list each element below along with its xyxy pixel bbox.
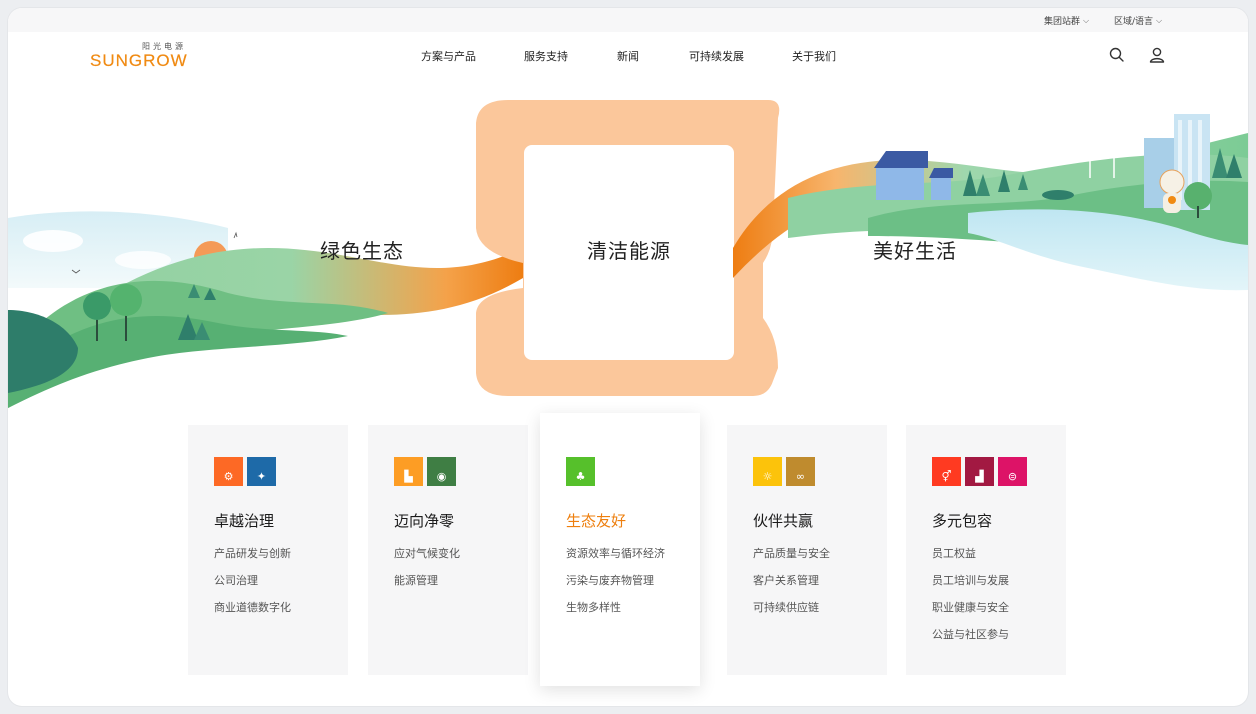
search-icon[interactable] bbox=[1108, 46, 1126, 64]
sdg-goal-icon: ⚙ bbox=[214, 457, 243, 486]
group-sites-label: 集团站群 bbox=[1044, 17, 1081, 27]
card-title: 卓越治理 bbox=[214, 512, 275, 530]
card-item-list: 应对气候变化 能源管理 bbox=[394, 547, 460, 601]
main-navbar: 阳光电源 SUNGROW 方案与产品 服务支持 新闻 可持续发展 关于我们 bbox=[8, 32, 1248, 78]
chevron-down-icon: ⌵ bbox=[1083, 15, 1090, 25]
card-link[interactable]: 可持续供应链 bbox=[753, 601, 830, 628]
card-item-list: 资源效率与循环经济 污染与废弃物管理 生物多样性 bbox=[566, 547, 665, 628]
sdg-icons: ⚙ ✦ bbox=[214, 457, 276, 486]
sdg-goal-icon: ∞ bbox=[786, 457, 815, 486]
card-title: 迈向净零 bbox=[394, 512, 455, 530]
nav-service-support[interactable]: 服务支持 bbox=[524, 48, 568, 64]
card-title: 生态友好 bbox=[566, 512, 627, 530]
card-link[interactable]: 公益与社区参与 bbox=[932, 628, 1009, 655]
card-title: 伙伴共赢 bbox=[753, 512, 814, 530]
nav-sustainability[interactable]: 可持续发展 bbox=[689, 48, 744, 64]
user-account-icon[interactable] bbox=[1148, 46, 1166, 64]
card-link[interactable]: 产品研发与创新 bbox=[214, 547, 291, 574]
card-partnership[interactable]: ☼ ∞ 伙伴共赢 产品质量与安全 客户关系管理 可持续供应链 bbox=[727, 425, 887, 675]
sdg-goal-icon: ▟ bbox=[965, 457, 994, 486]
region-language-label: 区域/语言 bbox=[1114, 17, 1154, 27]
sdg-goal-icon: ⊜ bbox=[998, 457, 1027, 486]
card-link[interactable]: 产品质量与安全 bbox=[753, 547, 830, 574]
card-link[interactable]: 生物多样性 bbox=[566, 601, 665, 628]
card-inclusion[interactable]: ⚥ ▟ ⊜ 多元包容 员工权益 员工培训与发展 职业健康与安全 公益与社区参与 bbox=[906, 425, 1066, 675]
region-language-dropdown[interactable]: 区域/语言 ⌵ bbox=[1114, 14, 1163, 28]
card-title: 多元包容 bbox=[932, 512, 993, 530]
card-link[interactable]: 能源管理 bbox=[394, 574, 460, 601]
card-link[interactable]: 员工权益 bbox=[932, 547, 1009, 574]
sdg-goal-icon: ◉ bbox=[427, 457, 456, 486]
sungrow-logo[interactable]: 阳光电源 SUNGROW bbox=[90, 41, 190, 71]
card-governance[interactable]: ⚙ ✦ 卓越治理 产品研发与创新 公司治理 商业道德数字化 bbox=[188, 425, 348, 675]
card-eco-friendly[interactable]: ♣ 生态友好 资源效率与循环经济 污染与废弃物管理 生物多样性 bbox=[540, 413, 700, 686]
sdg-icons: ⚥ ▟ ⊜ bbox=[932, 457, 1027, 486]
card-link[interactable]: 职业健康与安全 bbox=[932, 601, 1009, 628]
card-net-zero[interactable]: ▙ ◉ 迈向净零 应对气候变化 能源管理 bbox=[368, 425, 528, 675]
card-link[interactable]: 资源效率与循环经济 bbox=[566, 547, 665, 574]
hero-label-clean-energy: 清洁能源 bbox=[587, 239, 671, 263]
page-frame: 集团站群 ⌵ 区域/语言 ⌵ 阳光电源 SUNGROW 方案与产品 服务支持 新… bbox=[8, 8, 1248, 706]
logo-en-text: SUNGROW bbox=[90, 51, 188, 70]
card-link[interactable]: 商业道德数字化 bbox=[214, 601, 291, 628]
card-item-list: 员工权益 员工培训与发展 职业健康与安全 公益与社区参与 bbox=[932, 547, 1009, 655]
nav-news[interactable]: 新闻 bbox=[617, 48, 639, 64]
sdg-goal-icon: ♣ bbox=[566, 457, 595, 486]
sdg-icons: ♣ bbox=[566, 457, 595, 486]
card-link[interactable]: 应对气候变化 bbox=[394, 547, 460, 574]
sdg-icons: ▙ ◉ bbox=[394, 457, 456, 486]
card-item-list: 产品质量与安全 客户关系管理 可持续供应链 bbox=[753, 547, 830, 628]
hero-label-better-life: 美好生活 bbox=[873, 239, 957, 263]
hero-label-green-ecology: 绿色生态 bbox=[320, 239, 404, 263]
sdg-goal-icon: ⚥ bbox=[932, 457, 961, 486]
nav-about-us[interactable]: 关于我们 bbox=[792, 48, 836, 64]
sdg-icons: ☼ ∞ bbox=[753, 457, 815, 486]
card-link[interactable]: 客户关系管理 bbox=[753, 574, 830, 601]
card-link[interactable]: 员工培训与发展 bbox=[932, 574, 1009, 601]
chevron-down-icon: ⌵ bbox=[1156, 15, 1163, 25]
sdg-goal-icon: ▙ bbox=[394, 457, 423, 486]
group-sites-dropdown[interactable]: 集团站群 ⌵ bbox=[1044, 14, 1090, 28]
card-link[interactable]: 公司治理 bbox=[214, 574, 291, 601]
sdg-goal-icon: ✦ bbox=[247, 457, 276, 486]
nav-solutions-products[interactable]: 方案与产品 bbox=[421, 48, 476, 64]
card-item-list: 产品研发与创新 公司治理 商业道德数字化 bbox=[214, 547, 291, 628]
utility-bar: 集团站群 ⌵ 区域/语言 ⌵ bbox=[8, 8, 1248, 32]
sustainability-hero: 绿色生态 清洁能源 美好生活 bbox=[8, 78, 1248, 418]
sdg-goal-icon: ☼ bbox=[753, 457, 782, 486]
card-link[interactable]: 污染与废弃物管理 bbox=[566, 574, 665, 601]
